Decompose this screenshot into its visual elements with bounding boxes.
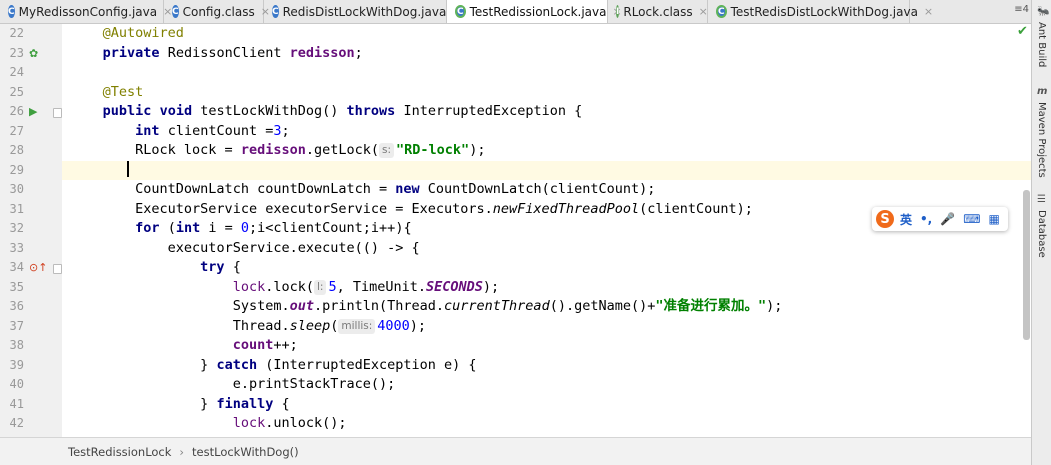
maven-icon[interactable]: m bbox=[1037, 86, 1047, 97]
line-number: 26 bbox=[9, 104, 24, 118]
code-line: private RedissonClient redisson; bbox=[102, 44, 363, 61]
code-line: System.out.println(Thread.currentThread(… bbox=[232, 298, 783, 314]
maven-projects-tab[interactable]: Maven Projects bbox=[1036, 102, 1047, 178]
ime-punctuation-icon[interactable]: •, bbox=[920, 212, 932, 226]
test-class-icon: C bbox=[716, 5, 727, 18]
code-line: Thread.sleep(millis: 4000); bbox=[232, 317, 427, 334]
current-line[interactable] bbox=[62, 160, 1031, 180]
tab-testredissionlock[interactable]: C TestRedissionLock.java × bbox=[447, 0, 622, 23]
code-line: CountDownLatch countDownLatch = new Coun… bbox=[135, 181, 656, 197]
code-line: @Autowired bbox=[102, 25, 184, 41]
tab-rlock-class[interactable]: I RLock.class × bbox=[608, 0, 708, 23]
line-number: 40 bbox=[9, 377, 24, 391]
parameter-hint: s: bbox=[379, 143, 395, 158]
line-number: 28 bbox=[9, 143, 24, 157]
parameter-hint: l: bbox=[313, 279, 327, 295]
ant-build-icon[interactable]: 🐜 bbox=[1037, 6, 1049, 17]
ime-toolbar[interactable]: S 英 •, 🎤 ⌨ ▦ bbox=[872, 207, 1008, 231]
scrollbar-thumb[interactable] bbox=[1023, 190, 1030, 340]
line-number: 27 bbox=[9, 123, 24, 138]
line-number: 38 bbox=[9, 338, 24, 352]
tab-label: MyRedissonConfig.java bbox=[18, 4, 158, 19]
code-line: @Test bbox=[102, 83, 144, 100]
interface-icon: I bbox=[616, 5, 620, 18]
ime-language-toggle[interactable]: 英 bbox=[900, 211, 912, 228]
line-number: 30 bbox=[9, 182, 24, 196]
override-icon[interactable]: ⊙↑ bbox=[29, 258, 47, 278]
database-icon[interactable]: ☰ bbox=[1037, 194, 1046, 205]
check-icon[interactable]: ✔ bbox=[1017, 24, 1028, 39]
close-icon[interactable]: × bbox=[699, 5, 708, 18]
fold-icon[interactable] bbox=[53, 264, 62, 274]
tab-label: TestRedissionLock.java bbox=[469, 4, 607, 19]
line-number: 42 bbox=[9, 416, 24, 430]
code-line: RLock lock = redisson.getLock(s: "RD-lock… bbox=[135, 142, 486, 158]
line-number: 36 bbox=[9, 299, 24, 313]
fold-icon[interactable] bbox=[53, 108, 62, 118]
code-line: count++; bbox=[232, 337, 298, 353]
test-class-icon: C bbox=[455, 5, 466, 18]
sogou-logo-icon[interactable]: S bbox=[876, 210, 894, 228]
implementation-icon[interactable]: ✿ bbox=[29, 44, 38, 64]
code-line: lock.unlock(); bbox=[232, 415, 347, 431]
ime-keyboard-icon[interactable]: ⌨ bbox=[963, 212, 980, 226]
code-line: executorService.execute(() -> { bbox=[167, 239, 420, 256]
run-test-icon[interactable]: ▶ bbox=[29, 102, 37, 122]
code-line: } catch (InterruptedException e) { bbox=[200, 356, 477, 373]
line-number: 25 bbox=[9, 84, 24, 99]
tab-redisdistlockwithdog[interactable]: C RedisDistLockWithDog.java × bbox=[264, 0, 462, 23]
database-tab[interactable]: Database bbox=[1036, 210, 1047, 258]
class-icon: C bbox=[272, 5, 279, 18]
line-number: 39 bbox=[9, 357, 24, 372]
ime-voice-icon[interactable]: 🎤 bbox=[940, 212, 955, 226]
editor-gutter: 22 23 24 25 26 27 28 29 30 31 32 33 34 3… bbox=[0, 24, 63, 438]
line-number: 22 bbox=[9, 26, 24, 40]
line-number: 33 bbox=[9, 240, 24, 255]
code-line: int clientCount =3; bbox=[135, 122, 290, 139]
editor-tab-bar: C MyRedissonConfig.java × C Config.class… bbox=[0, 0, 1031, 24]
line-number: 41 bbox=[9, 396, 24, 411]
line-number: 24 bbox=[9, 65, 24, 79]
ant-build-tab[interactable]: Ant Build bbox=[1036, 22, 1047, 67]
code-line: public void testLockWithDog() throws Int… bbox=[102, 103, 583, 119]
right-tool-strip: 🐜 Ant Build m Maven Projects ☰ Database bbox=[1031, 0, 1051, 465]
ime-toolbox-icon[interactable]: ▦ bbox=[989, 212, 1000, 226]
code-line: e.printStackTrace(); bbox=[232, 376, 396, 392]
code-line: lock.lock(l: 5, TimeUnit.SECONDS); bbox=[232, 278, 500, 295]
line-number: 31 bbox=[9, 201, 24, 216]
close-icon[interactable]: × bbox=[924, 5, 933, 18]
line-number: 35 bbox=[9, 279, 24, 294]
tab-label: RLock.class bbox=[623, 4, 693, 19]
tab-overflow-menu[interactable]: ≡4 bbox=[1014, 4, 1029, 15]
line-number: 37 bbox=[9, 318, 24, 333]
code-line: try { bbox=[200, 259, 241, 275]
tab-myredissonconfig[interactable]: C MyRedissonConfig.java × bbox=[0, 0, 172, 23]
line-number: 23 bbox=[9, 45, 24, 60]
class-icon: C bbox=[8, 5, 15, 18]
breadcrumb: TestRedissionLock › testLockWithDog() bbox=[0, 437, 1031, 465]
code-line: } finally { bbox=[200, 395, 290, 412]
parameter-hint: millis: bbox=[338, 318, 376, 334]
line-number: 29 bbox=[9, 162, 24, 177]
breadcrumb-class[interactable]: TestRedissionLock bbox=[68, 445, 171, 459]
class-icon: C bbox=[172, 5, 179, 18]
line-number: 32 bbox=[9, 221, 24, 235]
tab-label: TestRedisDistLockWithDog.java bbox=[730, 4, 918, 19]
tab-testredisdistlockwithdog[interactable]: C TestRedisDistLockWithDog.java × bbox=[708, 0, 933, 23]
breadcrumb-separator: › bbox=[179, 444, 185, 459]
tab-label: Config.class bbox=[182, 4, 255, 19]
line-number: 34 bbox=[9, 260, 24, 274]
text-caret bbox=[127, 160, 130, 177]
tab-label: RedisDistLockWithDog.java bbox=[282, 4, 447, 19]
tab-config-class[interactable]: C Config.class × bbox=[164, 0, 270, 23]
breadcrumb-method[interactable]: testLockWithDog() bbox=[192, 445, 299, 459]
